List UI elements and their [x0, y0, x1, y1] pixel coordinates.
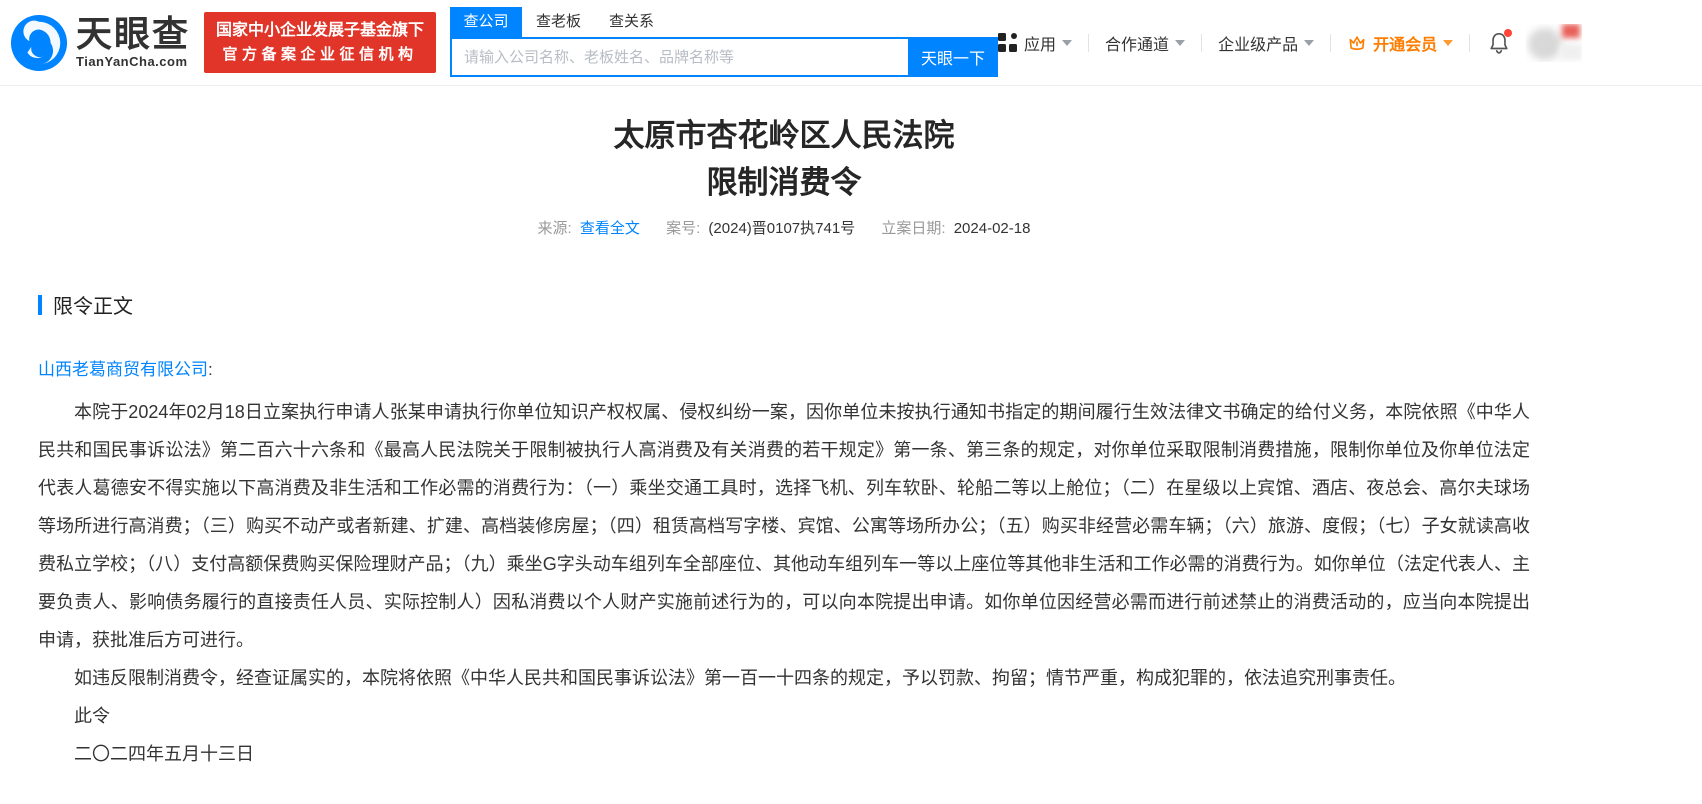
avatar-blur-shape	[1560, 44, 1582, 60]
company-colon: :	[208, 360, 213, 379]
court-name: 太原市杏花岭区人民法院	[38, 112, 1530, 159]
tab-search-boss[interactable]: 查老板	[522, 7, 595, 37]
nav-apps-label: 应用	[1024, 31, 1056, 55]
nav-divider	[1330, 34, 1331, 52]
chevron-down-icon	[1062, 40, 1072, 46]
tab-search-relation[interactable]: 查关系	[595, 7, 668, 37]
section-header-order-text: 限令正文	[38, 290, 1530, 319]
chevron-down-icon	[1443, 40, 1453, 46]
notifications-bell[interactable]	[1488, 31, 1510, 55]
document-type: 限制消费令	[38, 159, 1530, 206]
document-page: 太原市杏花岭区人民法院 限制消费令 来源: 查看全文 案号: (2024)晋01…	[38, 112, 1530, 773]
avatar-blur-shape	[1562, 24, 1580, 38]
nav-enterprise-label: 企业级产品	[1218, 31, 1298, 55]
nav-cooperation[interactable]: 合作通道	[1105, 31, 1185, 55]
apps-grid-icon	[998, 33, 1017, 52]
company-link[interactable]: 山西老葛商贸有限公司	[38, 360, 208, 379]
section-accent-bar	[38, 295, 42, 315]
order-paragraph: 本院于2024年02月18日立案执行申请人张某申请执行你单位知识产权权属、侵权纠…	[38, 393, 1530, 659]
brand-certification-badge: 国家中小企业发展子基金旗下 官方备案企业征信机构	[204, 12, 436, 73]
order-closing: 此令	[38, 697, 1530, 735]
search-bar: 天眼一下	[450, 37, 998, 77]
notification-dot	[1504, 29, 1512, 37]
search-button[interactable]: 天眼一下	[908, 37, 998, 77]
tianyancha-eye-icon	[10, 14, 68, 72]
site-header: 天眼查 TianYanCha.com 国家中小企业发展子基金旗下 官方备案企业征…	[0, 0, 1702, 86]
chevron-down-icon	[1304, 40, 1314, 46]
nav-divider	[1201, 34, 1202, 52]
nav-divider	[1088, 34, 1089, 52]
case-number-value: (2024)晋0107执741号	[708, 220, 855, 237]
case-number-label: 案号:	[666, 220, 700, 237]
search-tabs: 查公司 查老板 查关系	[450, 7, 998, 37]
nav-cooperation-label: 合作通道	[1105, 31, 1169, 55]
filing-date-label: 立案日期:	[881, 220, 945, 237]
crown-icon	[1347, 33, 1367, 53]
top-nav: 应用 合作通道 企业级产品 开通会员	[998, 0, 1582, 85]
search-block: 查公司 查老板 查关系 天眼一下	[450, 7, 998, 77]
avatar-blur-shape	[1528, 28, 1562, 60]
nav-apps[interactable]: 应用	[998, 31, 1072, 55]
source-label: 来源:	[538, 220, 572, 237]
order-date: 二〇二四年五月十三日	[38, 735, 1530, 773]
document-meta: 来源: 查看全文 案号: (2024)晋0107执741号 立案日期: 2024…	[38, 218, 1530, 240]
user-avatar[interactable]	[1526, 24, 1582, 62]
search-input[interactable]	[450, 37, 908, 77]
nav-enterprise-products[interactable]: 企业级产品	[1218, 31, 1314, 55]
logo-text-block: 天眼查 TianYanCha.com	[76, 16, 190, 69]
logo-domain: TianYanCha.com	[76, 54, 190, 69]
view-fulltext-link[interactable]: 查看全文	[580, 220, 640, 237]
section-title: 限令正文	[53, 290, 133, 319]
tianyancha-logo[interactable]: 天眼查 TianYanCha.com	[10, 14, 190, 72]
page-title: 太原市杏花岭区人民法院 限制消费令	[38, 112, 1530, 206]
badge-line2: 官方备案企业征信机构	[216, 43, 424, 66]
logo-text: 天眼查	[76, 16, 190, 52]
filing-date-value: 2024-02-18	[954, 220, 1031, 237]
nav-vip-membership[interactable]: 开通会员	[1347, 31, 1453, 55]
company-line: 山西老葛商贸有限公司:	[38, 357, 1530, 383]
nav-vip-label: 开通会员	[1373, 31, 1437, 55]
order-paragraph: 如违反限制消费令，经查证属实的，本院将依照《中华人民共和国民事诉讼法》第一百一十…	[38, 659, 1530, 697]
badge-line1: 国家中小企业发展子基金旗下	[216, 19, 424, 43]
chevron-down-icon	[1175, 40, 1185, 46]
tab-search-company[interactable]: 查公司	[450, 7, 522, 37]
nav-divider	[1469, 34, 1470, 52]
